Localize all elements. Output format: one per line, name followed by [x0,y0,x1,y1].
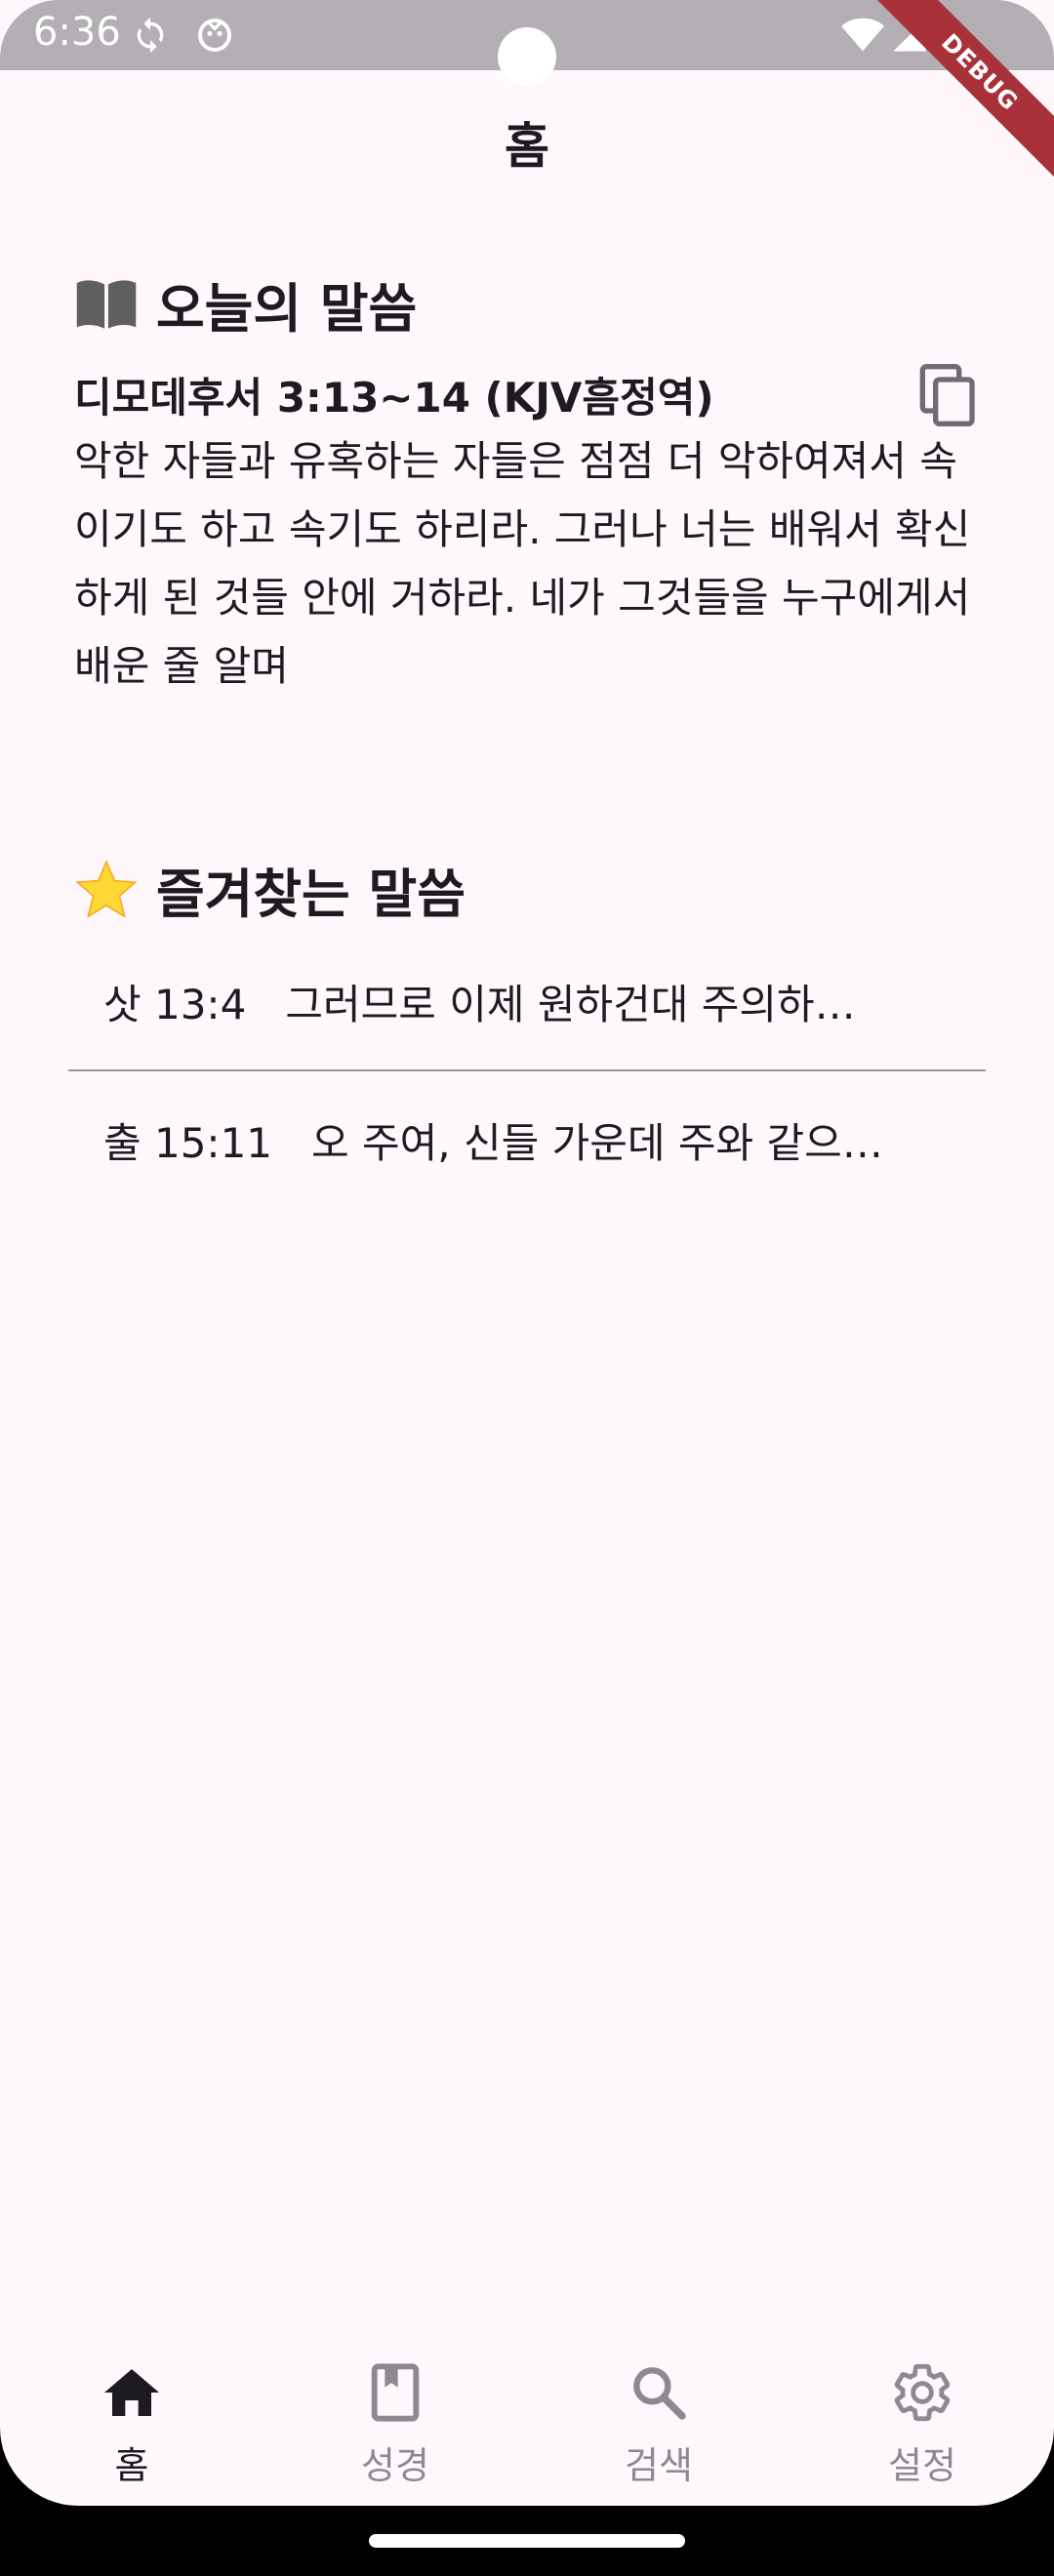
nav-label-settings: 설정 [888,2444,956,2487]
device-frame: 6:36 DEBUG 홈 오늘의 말씀 디모데후서 3:13~14 (KJV흠정… [0,0,1054,2576]
star-icon [74,859,142,919]
favorite-item[interactable]: 출 15:11 오 주여, 신들 가운데 주와 같으… [68,1071,986,1208]
wifi-icon [841,18,884,52]
favorite-ref: 출 15:11 [103,1118,273,1167]
nav-item-home[interactable]: 홈 [0,2322,264,2506]
gear-icon [894,2363,951,2422]
camera-cutout [498,27,556,86]
page-title: 홈 [505,118,549,175]
nav-label-bible: 성경 [361,2444,429,2487]
favorite-ref: 삿 13:4 [103,980,247,1028]
copy-icon [919,364,975,426]
copy-button[interactable] [917,361,980,429]
verse-text: 악한 자들과 유혹하는 자들은 점점 더 악하여져서 속이기도 하고 속기도 하… [74,437,971,690]
bottom-navigation: 홈 성경 검색 설정 [0,2322,1054,2506]
nav-item-settings[interactable]: 설정 [790,2322,1054,2506]
nav-label-home: 홈 [114,2444,149,2487]
face-icon [198,19,231,52]
app-screen: 6:36 DEBUG 홈 오늘의 말씀 디모데후서 3:13~14 (KJV흠정… [0,0,1054,2506]
bible-icon [371,2363,420,2422]
favorites-section-title: 즐겨찾는 말씀 [156,864,466,925]
favorite-text: 오 주여, 신들 가운데 주와 같으… [311,1118,883,1167]
sync-icon [137,17,164,54]
nav-item-bible[interactable]: 성경 [264,2322,527,2506]
favorite-item[interactable]: 삿 13:4 그러므로 이제 원하건대 주의하… [68,933,986,1069]
favorites-section-header: 즐겨찾는 말씀 [74,851,466,928]
verse-reference: 디모데후서 3:13~14 (KJV흠정역) [74,374,714,422]
today-section-title: 오늘의 말씀 [156,278,418,340]
home-indicator[interactable] [369,2534,685,2548]
status-bar: 6:36 DEBUG [0,0,1054,191]
nav-label-search: 검색 [625,2444,693,2487]
status-time: 6:36 [33,10,121,55]
today-section-header: 오늘의 말씀 [74,265,417,342]
book-open-icon [74,275,142,334]
nav-item-search[interactable]: 검색 [527,2322,790,2506]
favorite-text: 그러므로 이제 원하건대 주의하… [285,980,856,1028]
favorites-list: 삿 13:4 그러므로 이제 원하건대 주의하… 출 15:11 오 주여, 신… [68,933,986,1208]
home-icon [104,2369,159,2416]
search-icon [633,2367,686,2420]
